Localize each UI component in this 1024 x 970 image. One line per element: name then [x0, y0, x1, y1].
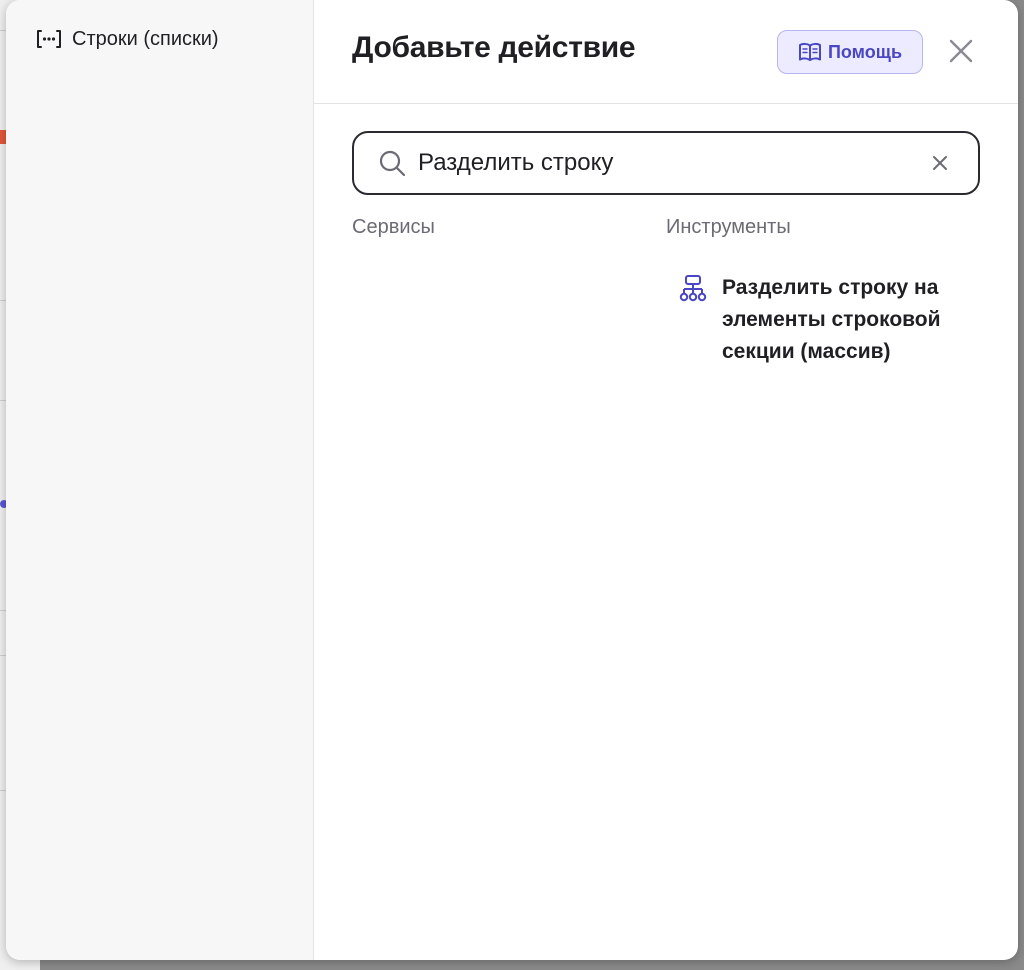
help-button[interactable]: Помощь — [777, 30, 923, 74]
book-icon — [798, 41, 822, 63]
dialog-header: Добавьте действие Помощь — [314, 0, 1018, 104]
main-panel: Добавьте действие Помощь Разделить строк… — [314, 0, 1018, 960]
category-sidebar: Строки (списки) — [6, 0, 314, 960]
search-box — [352, 131, 980, 195]
add-action-dialog: Строки (списки) Добавьте действие Помощь — [6, 0, 1018, 960]
dialog-title: Добавьте действие — [352, 31, 636, 64]
sidebar-item-label: Строки (списки) — [72, 27, 219, 50]
search-input[interactable] — [418, 149, 928, 177]
brackets-ellipsis-icon — [34, 27, 64, 51]
services-column-label: Сервисы — [352, 216, 435, 238]
tool-result-item[interactable]: Разделить строку на элементы строковой с… — [678, 272, 978, 368]
tool-result-label: Разделить строку на элементы строковой с… — [722, 276, 941, 363]
sidebar-item-strings-lists[interactable]: Строки (списки) — [34, 27, 313, 51]
search-icon — [376, 147, 408, 179]
close-button[interactable] — [946, 36, 976, 66]
help-button-label: Помощь — [827, 41, 903, 62]
tools-column-label: Инструменты — [666, 216, 791, 238]
clear-icon — [933, 156, 947, 170]
clear-search-button[interactable] — [928, 151, 952, 175]
hierarchy-icon — [678, 274, 708, 304]
close-icon — [948, 38, 974, 64]
